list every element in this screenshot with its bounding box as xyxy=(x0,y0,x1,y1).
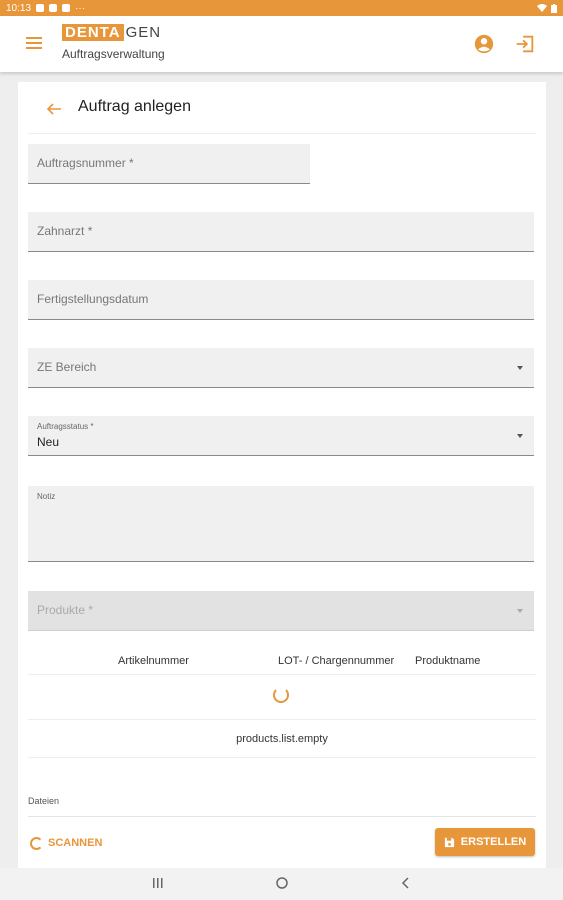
account-circle-icon[interactable] xyxy=(473,33,495,55)
column-header: Produktname xyxy=(415,655,481,667)
battery-icon xyxy=(551,3,557,13)
order-status-select[interactable]: Auftragsstatus * Neu xyxy=(28,416,534,456)
back-icon[interactable] xyxy=(400,876,410,890)
dentagen-logo: DENTA GEN xyxy=(62,24,161,41)
order-status-value: Neu xyxy=(37,435,60,449)
column-header: LOT- / Chargennummer xyxy=(278,655,395,667)
system-navigation-bar xyxy=(0,868,563,900)
divider xyxy=(28,816,536,817)
card-header: Auftrag anlegen xyxy=(28,82,536,134)
wifi-icon xyxy=(537,4,547,12)
back-arrow-icon[interactable] xyxy=(46,102,62,116)
column-header: Artikelnummer xyxy=(118,655,189,667)
more-notifications: ··· xyxy=(75,2,86,14)
products-select[interactable]: Produkte * xyxy=(28,591,534,631)
home-icon[interactable] xyxy=(275,876,289,890)
status-time: 10:13 xyxy=(6,2,32,14)
page-title: Auftrag anlegen xyxy=(78,98,191,115)
dropdown-arrow-icon xyxy=(517,434,523,438)
loading-spinner-icon xyxy=(273,687,289,703)
order-form-card: Auftrag anlegen Auftragsnummer * Zahnarz… xyxy=(18,82,546,870)
ze-area-select[interactable]: ZE Bereich xyxy=(28,348,534,388)
app-bar: DENTA GEN Auftragsverwaltung xyxy=(0,16,563,72)
dropdown-arrow-icon xyxy=(517,609,523,613)
products-table-header: Artikelnummer LOT- / Chargennummer Produ… xyxy=(28,651,536,675)
empty-message: products.list.empty xyxy=(28,720,536,758)
app-subtitle: Auftragsverwaltung xyxy=(62,47,165,61)
mail-icon xyxy=(62,4,71,12)
scan-icon xyxy=(30,836,43,850)
files-label: Dateien xyxy=(28,796,60,806)
loading-row xyxy=(28,676,536,720)
menu-icon[interactable] xyxy=(26,37,42,51)
completion-date-field[interactable]: Fertigstellungsdatum xyxy=(28,280,534,320)
dentist-field[interactable]: Zahnarzt * xyxy=(28,212,534,252)
scan-button[interactable]: SCANNEN xyxy=(30,833,102,853)
save-icon xyxy=(444,837,454,847)
status-bar: 10:13 ··· xyxy=(0,0,563,16)
logout-icon[interactable] xyxy=(514,33,536,55)
order-number-field[interactable]: Auftragsnummer * xyxy=(28,144,310,184)
note-textarea[interactable]: Notiz xyxy=(28,486,534,562)
notification-icon xyxy=(49,4,58,12)
recent-apps-icon[interactable] xyxy=(152,876,164,890)
create-button[interactable]: ERSTELLEN xyxy=(435,828,535,856)
dropdown-arrow-icon xyxy=(517,366,523,370)
notification-icon xyxy=(36,4,45,12)
